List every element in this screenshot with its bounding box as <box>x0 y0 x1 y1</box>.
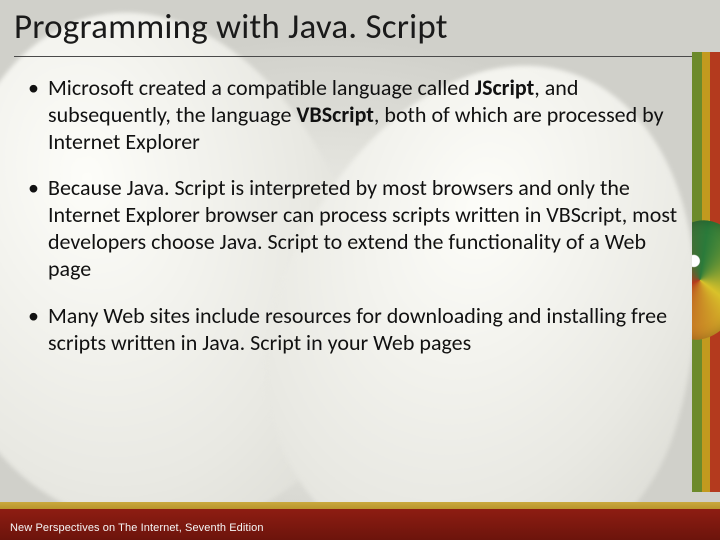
side-decorative-strip <box>692 52 720 492</box>
slide-title: Programming with Java. Script <box>0 0 720 56</box>
slide-body: Microsoft created a compatible language … <box>0 75 720 540</box>
bullet-item: Many Web sites include resources for dow… <box>24 303 690 357</box>
footer-bar: New Perspectives on The Internet, Sevent… <box>0 502 720 540</box>
strip-ornament <box>692 214 720 345</box>
bullet-text: Microsoft created a compatible language … <box>48 74 475 101</box>
bullet-list: Microsoft created a compatible language … <box>24 75 690 356</box>
footer-gold-stripe <box>0 502 720 509</box>
title-underline <box>14 56 706 57</box>
footer-text: New Perspectives on The Internet, Sevent… <box>10 522 264 534</box>
bullet-text: Because Java. Script is interpreted by m… <box>48 174 677 281</box>
bold-term: JScript <box>475 74 534 101</box>
slide: Programming with Java. Script Microsoft … <box>0 0 720 540</box>
bullet-item: Because Java. Script is interpreted by m… <box>24 175 690 282</box>
bullet-item: Microsoft created a compatible language … <box>24 75 690 155</box>
bold-term: VBScript <box>296 101 374 128</box>
bullet-text: Many Web sites include resources for dow… <box>48 302 667 356</box>
